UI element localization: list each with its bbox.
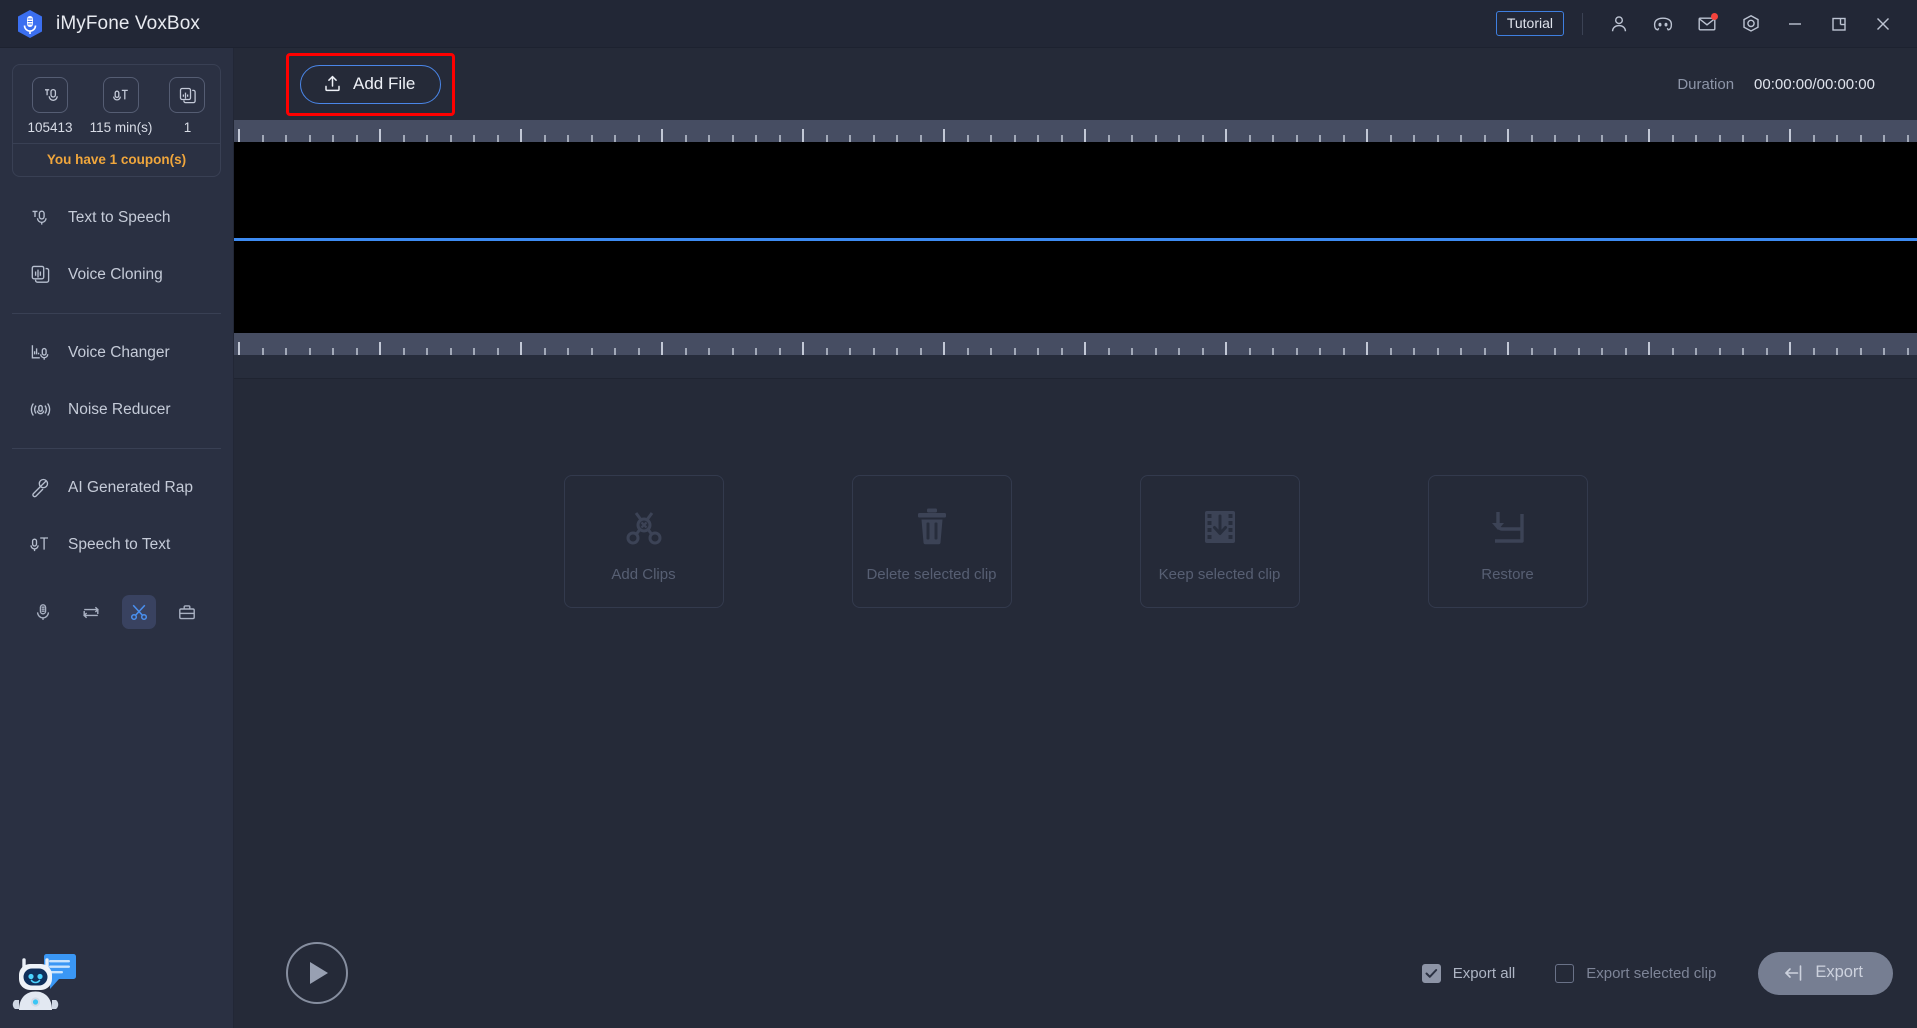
sidebar-item-label: Text to Speech [68,208,171,226]
microphone-hex-logo-icon [16,9,44,39]
body: 105413 115 min(s) 1 You have 1 coupon(s)… [0,48,1917,1028]
ai-rap-icon [30,477,51,498]
sidebar-item-voice-changer[interactable]: Voice Changer [0,324,233,381]
credit-items: 105413 115 min(s) 1 [13,65,220,143]
play-icon[interactable] [286,942,348,1004]
titlebar-actions: Tutorial [1495,2,1917,46]
export-selected-clip-checkbox[interactable]: Export selected clip [1555,963,1717,983]
credit-item-voice-cloning[interactable]: 1 [169,77,206,135]
credit-item-speech-to-text[interactable]: 115 min(s) [89,77,153,135]
brand: iMyFone VoxBox [0,9,200,39]
text-to-speech-icon [30,207,51,228]
main-toolbar: Add File Duration 00:00:00/00:00:00 [234,48,1917,120]
sidebar-item-label: Voice Cloning [68,265,163,283]
export-button-label: Export [1815,963,1863,981]
account-icon[interactable] [1597,2,1641,46]
waveform-area[interactable] [234,120,1917,355]
main-panel: Add File Duration 00:00:00/00:00:00 Add … [234,48,1917,1028]
mail-unread-badge [1711,12,1718,20]
app-window: iMyFone VoxBox Tutorial 105413 115 min(s… [0,0,1917,1028]
chatbot-assistant-icon[interactable] [10,944,82,1020]
recorder-icon[interactable] [26,595,60,629]
sidebar: 105413 115 min(s) 1 You have 1 coupon(s)… [0,48,234,1028]
checkbox-label: Export selected clip [1586,964,1717,982]
export-options: Export all Export selected clip [1421,963,1717,983]
export-all-checkbox[interactable]: Export all [1421,963,1516,983]
add-file-label: Add File [353,73,416,93]
toolbox-icon[interactable] [170,595,204,629]
duration-value: 00:00:00/00:00:00 [1754,75,1875,93]
sidebar-item-label: AI Generated Rap [68,478,193,496]
text-to-speech-icon [32,77,69,113]
channel-split-line [234,238,1917,241]
noise-reducer-icon [30,399,51,420]
speech-to-text-icon [30,534,51,555]
filmstrip-down-icon [1197,501,1243,553]
sidebar-item-voice-cloning[interactable]: Voice Cloning [0,246,233,303]
footer-bar: Export all Export selected clip Export [234,918,1917,1028]
credit-value: 115 min(s) [89,120,153,135]
add-file-button[interactable]: Add File [300,64,442,104]
timeline-ruler-bottom[interactable] [234,333,1917,355]
converter-icon[interactable] [74,595,108,629]
credit-value: 105413 [27,120,73,135]
sidebar-item-noise-reducer[interactable]: Noise Reducer [0,381,233,438]
duration-label: Duration [1677,75,1735,93]
duration-display: Duration 00:00:00/00:00:00 [1677,76,1893,93]
delete-selected-clip-button[interactable]: Delete selected clip [851,475,1012,608]
app-title: iMyFone VoxBox [56,12,200,34]
titlebar-divider [1582,12,1583,35]
title-bar: iMyFone VoxBox Tutorial [0,0,1917,48]
clip-action-label: Restore [1481,565,1534,583]
export-button[interactable]: Export [1758,951,1893,995]
scissors-add-icon [621,501,667,553]
clip-actions: Add Clips Delete selected clip Keep sele… [234,379,1917,918]
sidebar-item-speech-to-text[interactable]: Speech to Text [0,516,233,573]
voice-cloning-icon [169,77,206,113]
credits-card: 105413 115 min(s) 1 You have 1 coupon(s) [12,64,221,177]
coupon-banner[interactable]: You have 1 coupon(s) [13,143,220,176]
sidebar-item-label: Noise Reducer [68,400,171,418]
trash-icon [909,501,955,553]
mail-icon[interactable] [1685,2,1729,46]
settings-icon[interactable] [1729,2,1773,46]
clip-action-grid: Add Clips Delete selected clip Keep sele… [563,475,1588,608]
credit-item-text-to-speech[interactable]: 105413 [28,77,73,135]
discord-icon[interactable] [1641,2,1685,46]
sidebar-item-label: Speech to Text [68,535,171,553]
sidebar-separator [12,448,221,449]
minimize-icon[interactable] [1773,2,1817,46]
credit-value: 1 [183,120,192,135]
checkbox-box [1421,963,1441,983]
timeline-ruler-top[interactable] [234,120,1917,142]
restore-button[interactable]: Restore [1427,475,1588,608]
keep-selected-clip-button[interactable]: Keep selected clip [1139,475,1300,608]
add-clips-button[interactable]: Add Clips [563,475,724,608]
maximize-icon[interactable] [1817,2,1861,46]
restore-arrow-icon [1485,501,1531,553]
cutter-icon[interactable] [122,595,156,629]
sidebar-item-ai-generated-rap[interactable]: AI Generated Rap [0,459,233,516]
tutorial-button[interactable]: Tutorial [1495,10,1564,37]
checkbox-box [1555,963,1575,983]
clip-action-label: Delete selected clip [866,565,997,583]
clip-action-label: Keep selected clip [1158,565,1281,583]
timeline-divider [234,355,1917,379]
add-file-highlight: Add File [286,52,456,116]
voice-changer-icon [30,342,51,363]
sidebar-item-text-to-speech[interactable]: Text to Speech [0,189,233,246]
speech-to-text-icon [103,77,140,113]
sidebar-item-label: Voice Changer [68,343,170,361]
voice-cloning-icon [30,264,51,285]
checkbox-label: Export all [1452,964,1516,982]
sidebar-tool-row [0,579,233,629]
clip-action-label: Add Clips [611,565,676,583]
sidebar-separator [12,313,221,314]
close-icon[interactable] [1861,2,1905,46]
sidebar-nav: Text to Speech Voice Cloning Voice Chang… [0,189,233,573]
